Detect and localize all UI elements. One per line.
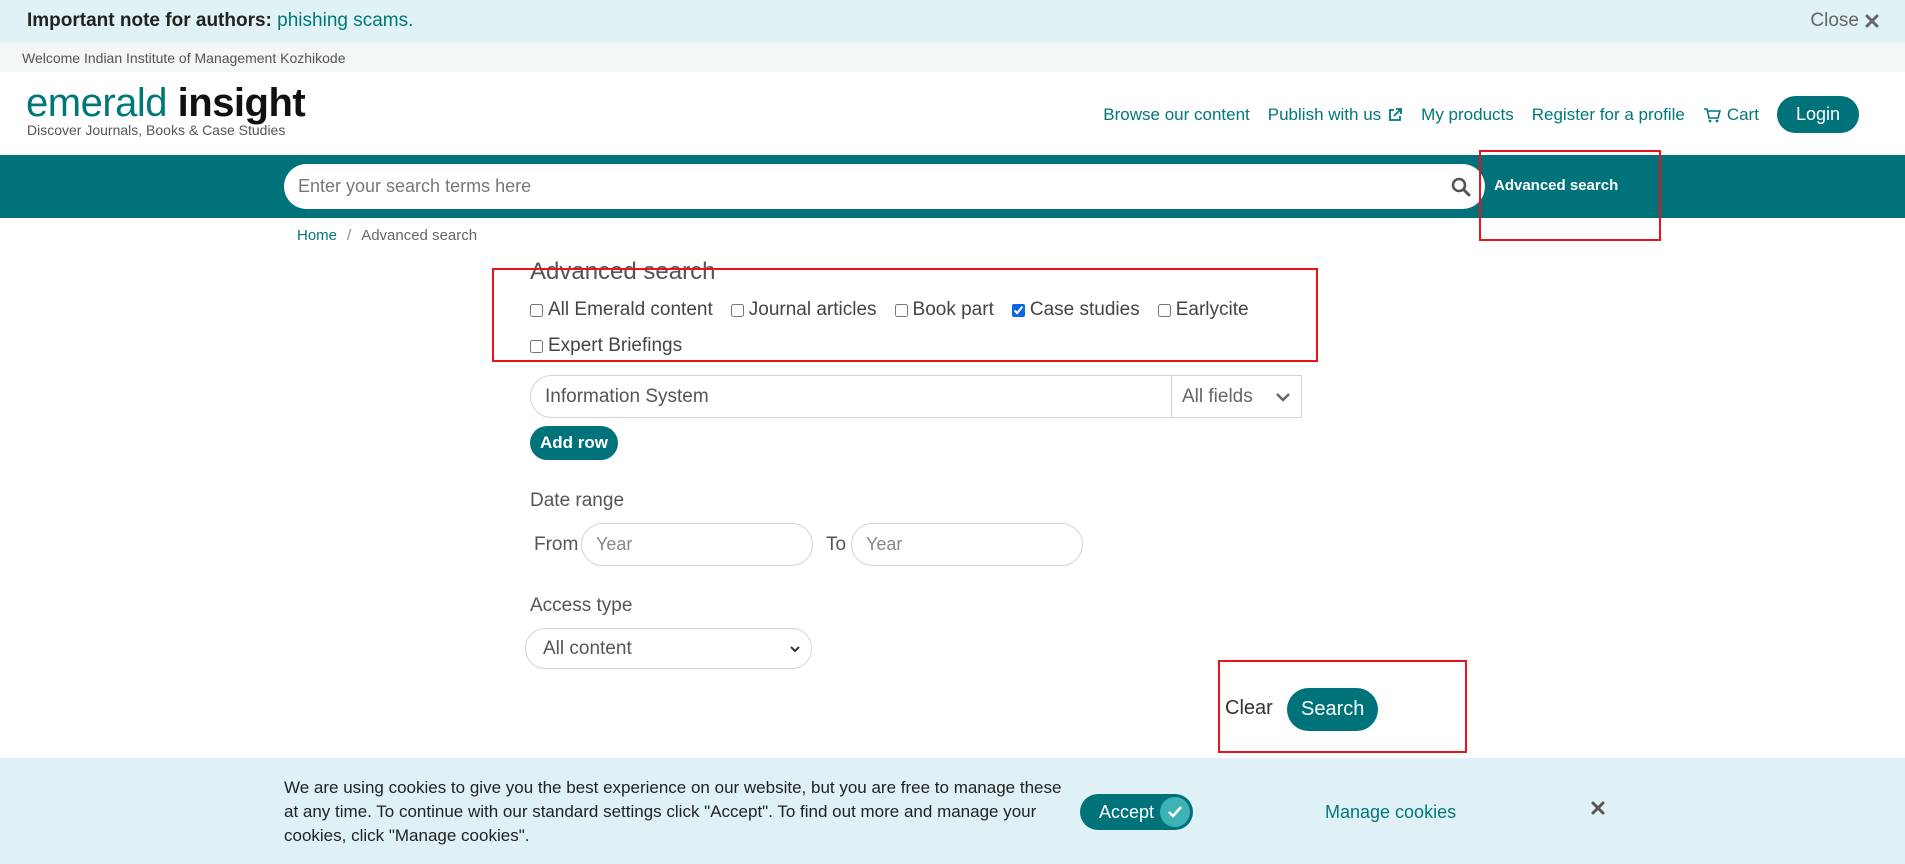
main-nav: Browse our content Publish with us My pr… (1103, 96, 1859, 133)
filter-label: Book part (912, 299, 994, 320)
important-notice-bar: Important note for authors: phishing sca… (0, 0, 1905, 42)
search-input[interactable] (298, 176, 1451, 197)
filter-case-studies[interactable]: Case studies (1011, 292, 1140, 328)
year-to-input[interactable] (851, 523, 1083, 566)
advanced-search-title: Advanced search (530, 258, 716, 285)
cookie-message: We are using cookies to give you the bes… (284, 778, 1062, 845)
nav-my-products[interactable]: My products (1421, 105, 1514, 125)
logo-word-insight: insight (177, 81, 306, 125)
filter-book-part[interactable]: Book part (894, 292, 994, 328)
nav-cart-label: Cart (1726, 104, 1759, 124)
search-bar: Advanced search (0, 155, 1905, 218)
chevron-down-icon (790, 645, 800, 652)
search-icon[interactable] (1451, 177, 1471, 197)
close-icon (1865, 14, 1879, 28)
filter-all-emerald-content[interactable]: All Emerald content (530, 292, 713, 328)
breadcrumb-home[interactable]: Home (297, 227, 337, 244)
checkbox-expert-briefings[interactable] (530, 339, 543, 353)
access-type-label: Access type (530, 595, 633, 616)
advanced-search-link[interactable]: Advanced search (1494, 177, 1618, 194)
filter-journal-articles[interactable]: Journal articles (730, 292, 877, 328)
notice-text: Important note for authors: phishing sca… (27, 10, 413, 32)
accept-cookies-button[interactable]: Accept (1080, 794, 1193, 830)
manage-cookies-link[interactable]: Manage cookies (1325, 802, 1456, 823)
field-select[interactable]: All fields (1171, 376, 1301, 417)
from-label: From (534, 534, 579, 555)
filter-label: Case studies (1029, 299, 1140, 320)
external-link-icon (1389, 107, 1403, 121)
checkbox-all-emerald-content[interactable] (530, 303, 543, 317)
chevron-down-icon (1276, 392, 1290, 402)
search-button[interactable]: Search (1287, 688, 1379, 731)
access-type-value: All content (543, 637, 632, 659)
accept-label: Accept (1099, 801, 1155, 822)
notice-close-label: Close (1810, 10, 1859, 31)
search-row-input[interactable] (531, 376, 1171, 417)
checkbox-case-studies[interactable] (1011, 303, 1025, 317)
nav-register-profile[interactable]: Register for a profile (1532, 105, 1685, 125)
logo-tagline: Discover Journals, Books & Case Studies (27, 122, 286, 138)
site-header: emerald insight Discover Journals, Books… (0, 72, 1905, 155)
nav-publish-label: Publish with us (1267, 104, 1382, 124)
logo-word-emerald: emerald (26, 81, 168, 125)
year-from-input[interactable] (581, 523, 813, 566)
content-type-filters: All Emerald content Journal articles Boo… (530, 292, 1310, 364)
breadcrumb-current: Advanced search (361, 227, 478, 244)
to-label: To (826, 534, 847, 555)
nav-cart[interactable]: Cart (1703, 105, 1759, 125)
breadcrumb-separator: / (347, 227, 352, 244)
login-button[interactable]: Login (1776, 96, 1859, 133)
cookie-banner: We are using cookies to give you the bes… (0, 758, 1905, 864)
welcome-message: Welcome Indian Institute of Management K… (0, 42, 1905, 72)
breadcrumb: Home / Advanced search (297, 227, 477, 244)
phishing-scams-link[interactable]: phishing scams. (277, 10, 413, 31)
checkbox-book-part[interactable] (894, 303, 908, 317)
filter-label: Earlycite (1175, 299, 1249, 320)
emerald-insight-logo[interactable]: emerald insight Discover Journals, Books… (26, 81, 306, 138)
access-type-select[interactable]: All content (525, 628, 812, 669)
filter-label: Journal articles (748, 299, 877, 320)
filter-label: Expert Briefings (548, 335, 683, 356)
notice-close-button[interactable]: Close (1810, 10, 1879, 32)
add-row-button[interactable]: Add row (530, 426, 618, 460)
check-icon (1160, 797, 1190, 827)
date-range-label: Date range (530, 490, 625, 511)
filter-expert-briefings[interactable]: Expert Briefings (530, 328, 682, 364)
checkbox-earlycite[interactable] (1157, 303, 1171, 317)
notice-prefix: Important note for authors: (27, 10, 272, 31)
nav-browse-content[interactable]: Browse our content (1103, 105, 1249, 125)
field-select-value: All fields (1182, 385, 1253, 407)
cookie-close-icon[interactable] (1590, 800, 1606, 816)
search-box (284, 164, 1485, 209)
search-row: All fields (530, 375, 1302, 418)
filter-label: All Emerald content (548, 299, 713, 320)
advanced-search-form: Advanced search All Emerald content Jour… (530, 258, 1330, 364)
cart-icon (1703, 107, 1721, 122)
nav-publish-with-us[interactable]: Publish with us (1268, 105, 1403, 125)
clear-button[interactable]: Clear (1225, 697, 1273, 720)
filter-earlycite[interactable]: Earlycite (1157, 292, 1249, 328)
checkbox-journal-articles[interactable] (730, 303, 744, 317)
